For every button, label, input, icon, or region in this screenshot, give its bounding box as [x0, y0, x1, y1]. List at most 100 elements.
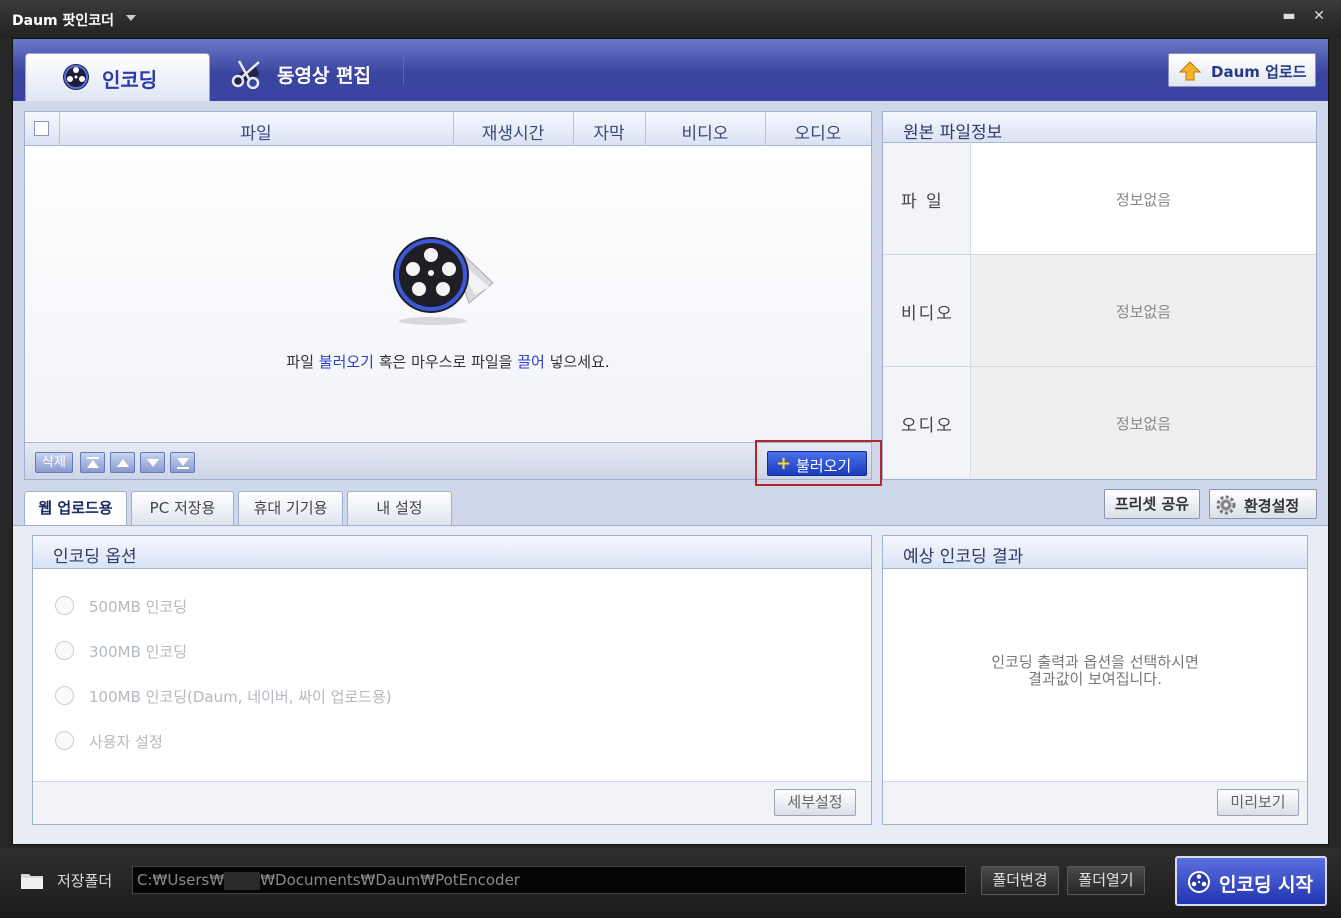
move-top-button[interactable] [80, 452, 105, 473]
select-all-checkbox[interactable] [34, 121, 49, 136]
tab-my-settings[interactable]: 내 설정 [347, 491, 452, 525]
path-prefix: C:₩Users₩ [137, 871, 225, 889]
app-menu-chevron-down-icon[interactable] [126, 15, 136, 21]
info-key: 파 일 [883, 143, 971, 254]
message-text: 혹은 마우스로 파일을 [373, 353, 518, 371]
move-top-icon [87, 457, 99, 468]
info-key-label: 파 일 [901, 192, 944, 212]
info-row-file: 파 일 정보없음 [883, 143, 1316, 255]
column-subtitle[interactable]: 자막 [573, 119, 645, 144]
main-frame: 인코딩 동영상 편집 Daum 업로드 파일 재생시간 자막 비디오 오디오 파… [12, 38, 1329, 845]
tab-divider [403, 55, 404, 85]
minimize-button[interactable]: ▬ [1279, 8, 1299, 24]
tab-video-edit[interactable]: 동영상 편집 [223, 53, 403, 95]
up-arrow-icon [1179, 61, 1201, 81]
change-folder-button[interactable]: 폴더변경 [981, 866, 1059, 895]
arrow-down-icon [147, 459, 159, 467]
info-key: 비디오 [883, 255, 971, 366]
settings-label: 환경설정 [1244, 497, 1300, 515]
load-file-label: 불러오기 [796, 457, 852, 475]
move-bottom-button[interactable] [170, 452, 195, 473]
info-value: 정보없음 [1115, 191, 1172, 209]
source-info-panel: 원본 파일정보 파 일 정보없음 비디오 정보없음 오디오 정보없음 [882, 111, 1317, 480]
start-encoding-label: 인코딩 시작 [1219, 874, 1314, 896]
info-key-label: 오디오 [901, 416, 954, 436]
bottom-bar: 저장폴더 C:₩Users₩ ₩Documents₩Daum₩PotEncoder… [0, 848, 1341, 918]
move-up-button[interactable] [110, 452, 135, 473]
radio-button[interactable] [55, 641, 74, 660]
info-key: 오디오 [883, 367, 971, 478]
title-bar: Daum 팟인코더 ▬ ✕ [0, 0, 1341, 38]
message-line: 결과값이 보여집니다. [1028, 670, 1162, 688]
arrow-up-icon [117, 459, 129, 467]
info-row-video: 비디오 정보없음 [883, 255, 1316, 367]
delete-button[interactable]: 삭제 [35, 452, 73, 473]
tab-video-edit-label: 동영상 편집 [277, 65, 372, 87]
empty-list-message: 파일 불러오기 혹은 마우스로 파일을 끌어 넣으세요. [25, 351, 871, 372]
radio-button[interactable] [55, 731, 74, 750]
preset-content-area: 인코딩 옵션 500MB 인코딩 300MB 인코딩 100MB 인코딩(Dau… [13, 525, 1328, 844]
tab-encoding-label: 인코딩 [102, 68, 158, 92]
move-bottom-icon [177, 458, 189, 469]
tab-mobile-device[interactable]: 휴대 기기용 [238, 491, 343, 525]
source-info-title: 원본 파일정보 [903, 123, 1003, 143]
option-label: 100MB 인코딩(Daum, 네이버, 싸이 업로드용) [89, 688, 392, 706]
folder-icon [21, 874, 43, 889]
expected-result-footer: 미리보기 [883, 781, 1307, 824]
tab-pc-storage[interactable]: PC 저장용 [131, 491, 234, 525]
open-folder-button[interactable]: 폴더열기 [1067, 866, 1145, 895]
info-key-label: 비디오 [901, 304, 954, 324]
preview-button[interactable]: 미리보기 [1217, 789, 1299, 816]
redacted-username [224, 871, 261, 890]
encoding-options-header: 인코딩 옵션 [33, 536, 871, 569]
daum-upload-button[interactable]: Daum 업로드 [1168, 53, 1316, 87]
expected-result-header: 예상 인코딩 결과 [883, 536, 1307, 569]
column-video[interactable]: 비디오 [645, 119, 765, 144]
drag-link: 끌어 [517, 353, 545, 371]
radio-button[interactable] [55, 596, 74, 615]
detail-settings-button[interactable]: 세부설정 [774, 789, 856, 816]
save-path-field[interactable]: C:₩Users₩ ₩Documents₩Daum₩PotEncoder [132, 866, 966, 894]
scissors-film-icon [231, 60, 260, 89]
encoding-options-panel: 인코딩 옵션 500MB 인코딩 300MB 인코딩 100MB 인코딩(Dau… [32, 535, 872, 825]
encoding-options-footer: 세부설정 [33, 781, 871, 824]
plus-icon: + [776, 453, 792, 474]
radio-button[interactable] [55, 686, 74, 705]
move-down-button[interactable] [140, 452, 165, 473]
gear-icon [1216, 495, 1236, 515]
start-encoding-button[interactable]: 인코딩 시작 [1175, 856, 1327, 906]
app-title: Daum 팟인코더 [12, 13, 115, 29]
file-list-panel[interactable]: 파일 재생시간 자막 비디오 오디오 파일 불러오기 혹은 마우스로 파일을 끌… [24, 111, 872, 480]
column-audio[interactable]: 오디오 [765, 119, 871, 144]
preset-share-button[interactable]: 프리셋 공유 [1104, 489, 1200, 519]
load-link[interactable]: 불러오기 [319, 353, 374, 371]
message-text: 넣으세요. [544, 353, 610, 371]
film-reel-icon [1188, 871, 1210, 893]
file-list-header: 파일 재생시간 자막 비디오 오디오 [25, 112, 871, 146]
expected-result-panel: 예상 인코딩 결과 인코딩 출력과 옵션을 선택하시면 결과값이 보여집니다. … [882, 535, 1308, 825]
daum-upload-label: Daum 업로드 [1211, 63, 1307, 81]
option-label: 사용자 설정 [89, 733, 163, 751]
column-duration[interactable]: 재생시간 [453, 119, 573, 144]
save-folder-label: 저장폴더 [57, 872, 113, 890]
tab-encoding[interactable]: 인코딩 [25, 53, 210, 101]
info-value: 정보없음 [1115, 415, 1172, 433]
load-file-button[interactable]: + 불러오기 [767, 451, 867, 476]
column-file[interactable]: 파일 [59, 119, 453, 144]
tab-web-upload[interactable]: 웹 업로드용 [24, 491, 127, 525]
settings-button[interactable]: 환경설정 [1209, 489, 1317, 519]
main-tab-strip: 인코딩 동영상 편집 Daum 업로드 [13, 39, 1328, 101]
expected-result-title: 예상 인코딩 결과 [903, 547, 1024, 567]
message-line: 인코딩 출력과 옵션을 선택하시면 [991, 653, 1199, 671]
close-button[interactable]: ✕ [1309, 8, 1329, 24]
encoding-options-title: 인코딩 옵션 [53, 547, 137, 567]
file-drop-area[interactable]: 파일 불러오기 혹은 마우스로 파일을 끌어 넣으세요. [25, 147, 871, 441]
film-reel-icon [393, 237, 494, 325]
info-row-audio: 오디오 정보없음 [883, 367, 1316, 479]
option-label: 500MB 인코딩 [89, 598, 188, 616]
message-text: 파일 [286, 353, 319, 371]
preset-tab-bar: 웹 업로드용 PC 저장용 휴대 기기용 내 설정 프리셋 공유 환경설정 [13, 485, 1328, 525]
expected-result-message: 인코딩 출력과 옵션을 선택하시면 결과값이 보여집니다. [883, 654, 1307, 688]
info-value: 정보없음 [1115, 303, 1172, 321]
source-info-header: 원본 파일정보 [883, 112, 1316, 143]
